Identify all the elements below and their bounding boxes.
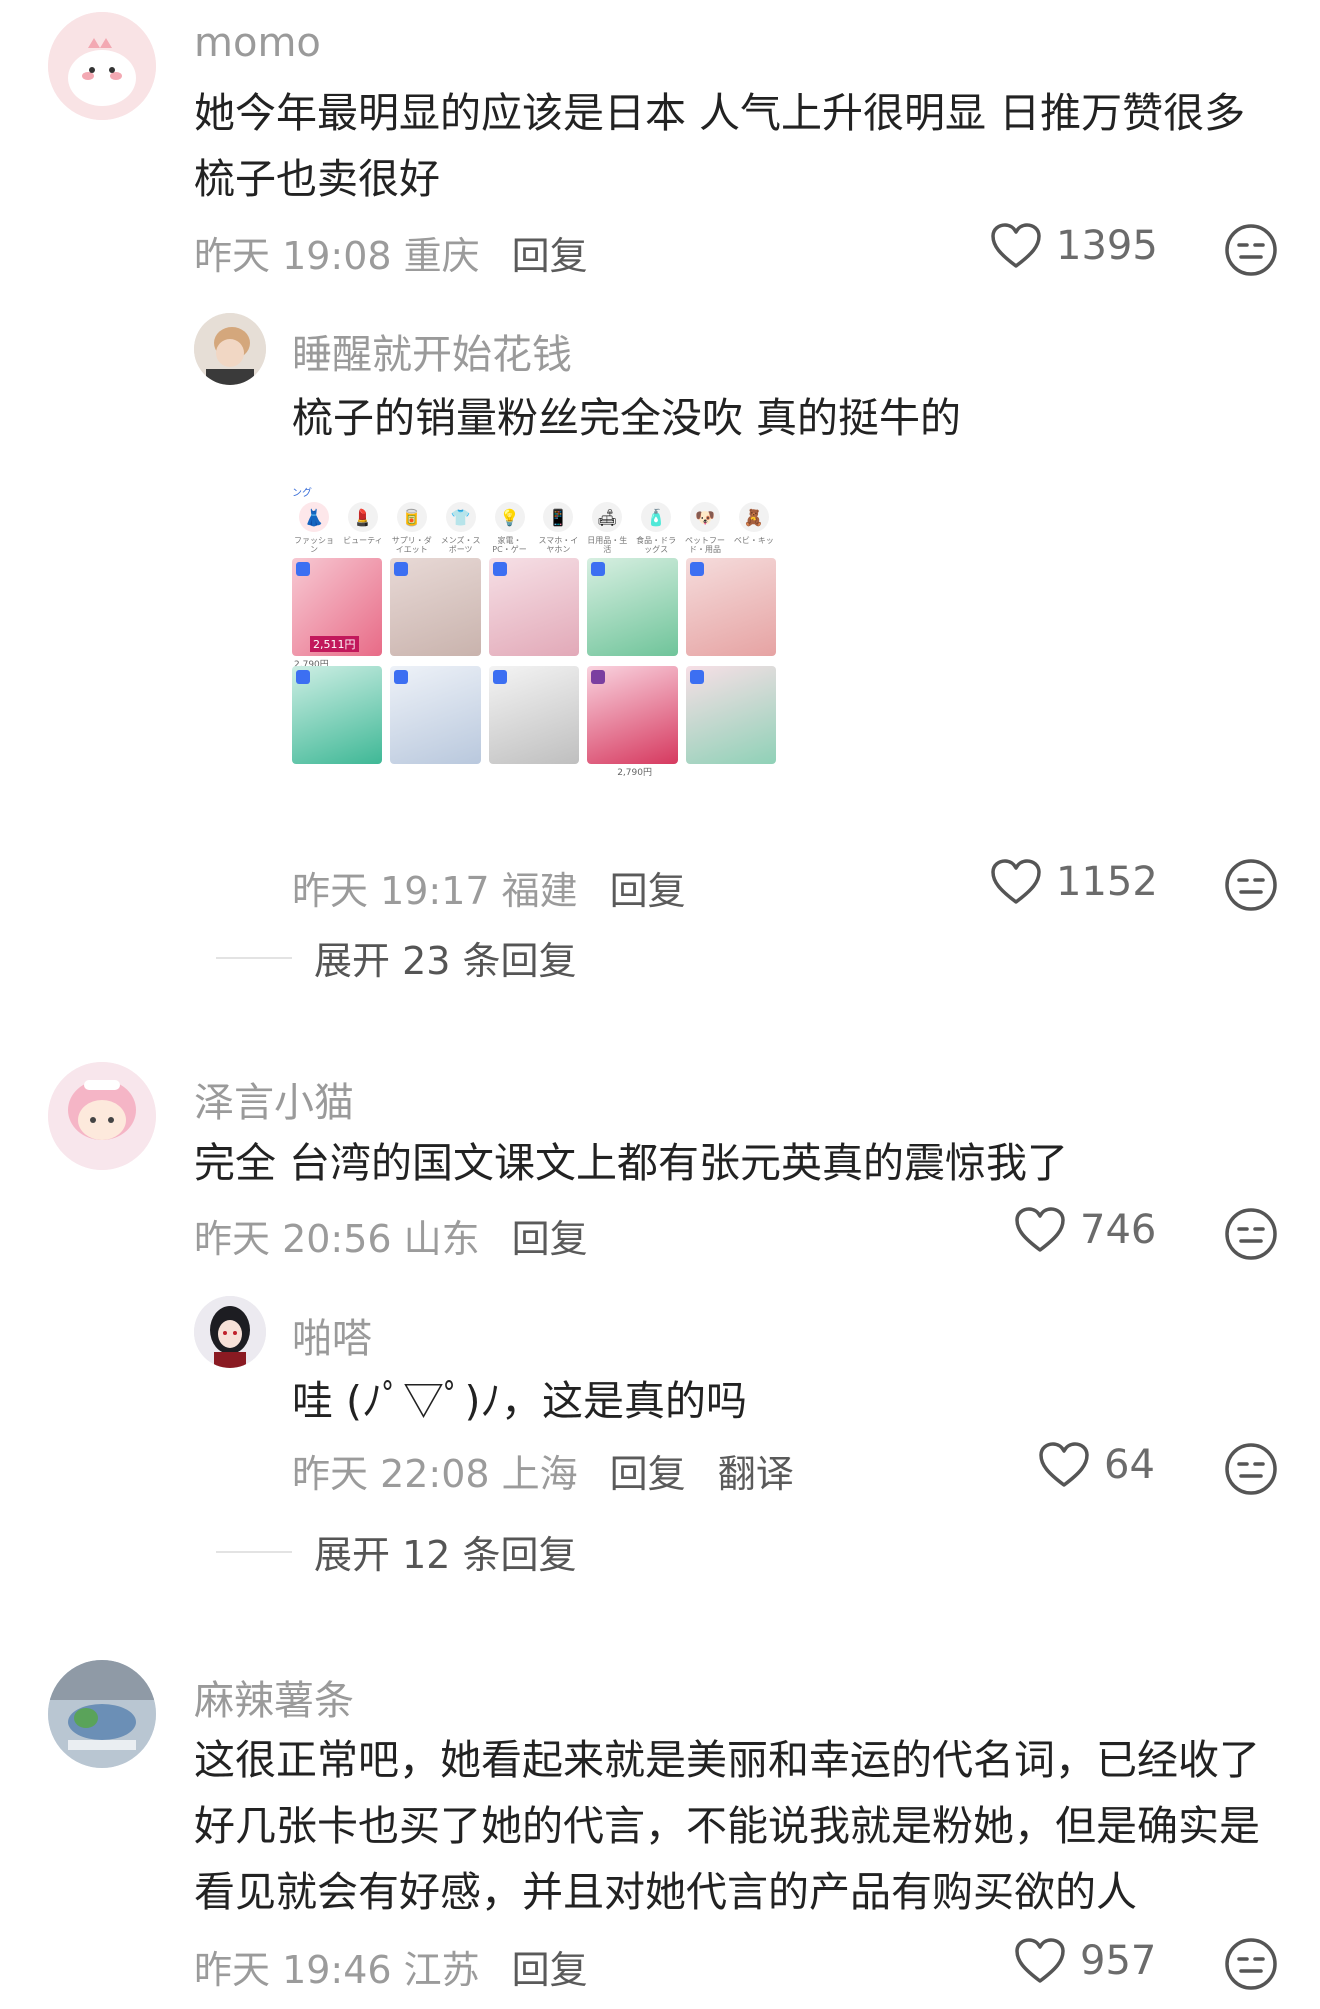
comment-text: 她今年最明显的应该是日本 人气上升很明显 日推万赞很多梳子也卖很好: [194, 89, 1246, 203]
like-button[interactable]: 746: [1014, 1206, 1156, 1254]
reply-text: 梳子的销量粉丝完全没吹 真的挺牛的: [292, 394, 962, 442]
translate-button[interactable]: 翻译: [718, 1443, 794, 1498]
dislike-button[interactable]: [1224, 1442, 1278, 1500]
avatar-illustration: [48, 12, 156, 120]
divider-line: [216, 956, 292, 959]
like-count: 1395: [1056, 223, 1158, 269]
category-item: 👗 ファッション: [294, 502, 334, 554]
like-button[interactable]: 1152: [990, 858, 1158, 906]
dislike-button[interactable]: [1224, 1207, 1278, 1265]
product-tile: [390, 666, 481, 764]
category-item: 💄 ビューティ: [343, 502, 383, 554]
heart-outline-icon: [1015, 1207, 1065, 1252]
reply-username[interactable]: 睡醒就开始花钱: [292, 322, 572, 380]
reply-button[interactable]: 回复: [512, 1939, 588, 1994]
heart-outline-icon: [991, 859, 1041, 904]
avatar-illustration: [194, 1296, 266, 1368]
comment-meta: 昨天 19:08 重庆 回复: [194, 225, 588, 280]
reply-button[interactable]: 回复: [512, 1208, 588, 1263]
category-item: 👕 メンズ・スポーツ: [441, 502, 481, 554]
reply-time-location: 昨天 19:17 福建: [292, 869, 578, 913]
category-item: 📱 スマホ・イヤホン: [538, 502, 578, 554]
meh-face-icon: [1225, 224, 1277, 276]
expand-replies-label: 展开 12 条回复: [314, 1533, 577, 1577]
product-tile: [292, 666, 383, 764]
product-tile: 2,790円: [587, 666, 678, 778]
avatar[interactable]: [194, 313, 266, 385]
like-count: 957: [1080, 1938, 1157, 1984]
comment-time-location: 昨天 20:56 山东: [194, 1217, 480, 1261]
product-tile: [685, 558, 776, 656]
meh-face-icon: [1225, 859, 1277, 911]
like-count: 1152: [1056, 859, 1158, 905]
category-row: 👗 ファッション 💄 ビューティ 🥫 サプリ・ダイエット 👕 メンズ・スポーツ 💡 家電・…: [292, 502, 776, 554]
reply-time-location: 昨天 22:08 上海: [292, 1452, 578, 1496]
category-item: 🧸 ベビ・キッ: [734, 502, 774, 554]
category-item: 🐶 ペットフード・用品: [685, 502, 725, 554]
product-tile: [488, 666, 580, 764]
comment-meta: 昨天 20:56 山东 回复: [194, 1208, 588, 1263]
product-price: 2,511円: [310, 636, 359, 652]
like-count: 64: [1104, 1442, 1155, 1488]
comment-time-location: 昨天 19:46 江苏: [194, 1948, 480, 1992]
expand-replies-button[interactable]: 展开 12 条回复: [216, 1524, 577, 1579]
avatar-photo: [194, 313, 266, 385]
heart-outline-icon: [1015, 1938, 1065, 1983]
category-item: 💡家電・PC・ゲーム: [490, 502, 530, 554]
comment-username[interactable]: momo: [194, 20, 321, 66]
like-button[interactable]: 1395: [990, 222, 1158, 270]
reply-username[interactable]: 啪嗒: [292, 1306, 372, 1364]
product-tile: 2,511円 2,790円: [292, 558, 383, 670]
heart-outline-icon: [991, 223, 1041, 268]
avatar[interactable]: [194, 1296, 266, 1368]
reply-text: 哇 (ﾉﾟ▽ﾟ)ﾉ，这是真的吗: [292, 1377, 748, 1425]
reply-button[interactable]: 回复: [610, 1443, 686, 1498]
product-tile: [685, 666, 776, 764]
comment-text: 完全 台湾的国文课文上都有张元英真的震惊我了: [194, 1139, 1069, 1187]
category-item: 🛋 日用品・生活: [587, 502, 627, 554]
product-tile: [587, 558, 678, 656]
heart-outline-icon: [1039, 1442, 1089, 1487]
dislike-button[interactable]: [1224, 223, 1278, 281]
divider-line: [216, 1550, 292, 1553]
product-grid: 2,511円 2,790円 2,790円: [292, 554, 776, 778]
meh-face-icon: [1225, 1938, 1277, 1990]
avatar[interactable]: [48, 1660, 156, 1768]
category-item: 🧴 食品・ドラッグス: [636, 502, 676, 554]
dislike-button[interactable]: [1224, 858, 1278, 916]
reply-meta: 昨天 19:17 福建 回复: [292, 860, 686, 915]
reply-button[interactable]: 回复: [512, 225, 588, 280]
reply-image[interactable]: ング 👗 ファッション 💄 ビューティ 🥫 サプリ・ダイエット 👕 メンズ・スポーツ 💡…: [292, 484, 776, 830]
product-tile: [488, 558, 580, 656]
comment-username[interactable]: 泽言小猫: [194, 1070, 354, 1128]
image-header: ング: [292, 488, 312, 499]
reply-meta: 昨天 22:08 上海 回复 翻译: [292, 1443, 794, 1498]
product-tile: [390, 558, 481, 656]
expand-replies-label: 展开 23 条回复: [314, 939, 577, 983]
avatar[interactable]: [48, 12, 156, 120]
product-price: 2,790円: [617, 768, 652, 778]
avatar-illustration: [48, 1062, 156, 1170]
like-count: 746: [1080, 1207, 1157, 1253]
dislike-button[interactable]: [1224, 1937, 1278, 1995]
expand-replies-button[interactable]: 展开 23 条回复: [216, 930, 577, 985]
like-button[interactable]: 64: [1038, 1441, 1155, 1489]
avatar-photo: [48, 1660, 156, 1768]
comment-username[interactable]: 麻辣薯条: [194, 1668, 354, 1726]
comment-time-location: 昨天 19:08 重庆: [194, 234, 480, 278]
comment-text: 这很正常吧，她看起来就是美丽和幸运的代名词，已经收了好几张卡也买了她的代言，不能…: [194, 1736, 1260, 1916]
comment-meta: 昨天 19:46 江苏 回复: [194, 1939, 588, 1994]
like-button[interactable]: 957: [1014, 1937, 1156, 1985]
meh-face-icon: [1225, 1208, 1277, 1260]
reply-button[interactable]: 回复: [610, 860, 686, 915]
category-item: 🥫 サプリ・ダイエット: [392, 502, 432, 554]
meh-face-icon: [1225, 1443, 1277, 1495]
avatar[interactable]: [48, 1062, 156, 1170]
